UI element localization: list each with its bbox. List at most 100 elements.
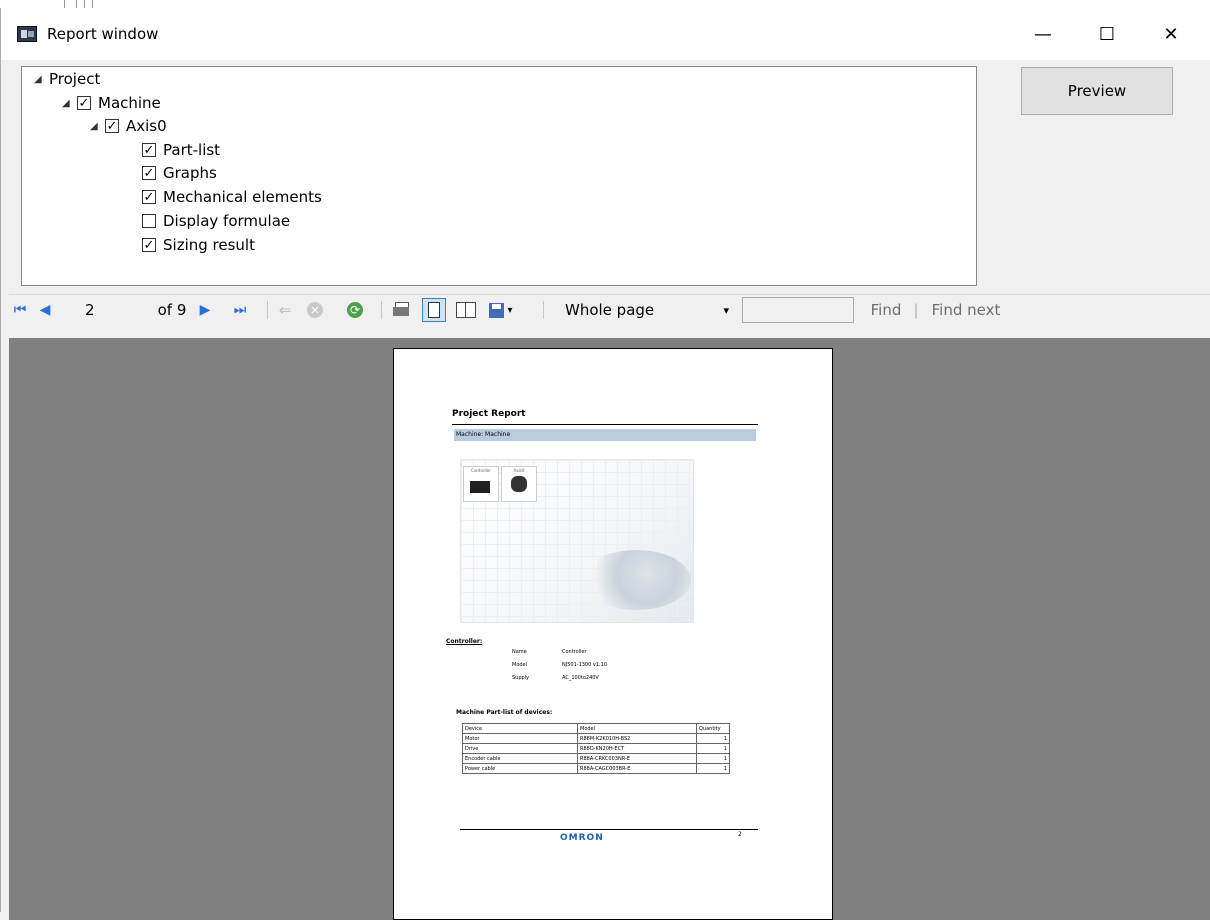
page-number-input[interactable]: 2 bbox=[65, 295, 145, 325]
zoom-select[interactable]: Whole page ▾ bbox=[561, 298, 733, 322]
preview-button[interactable]: Preview bbox=[1021, 67, 1173, 115]
table-cell: Power cable bbox=[462, 763, 578, 774]
save-dropdown-button[interactable]: ▾ bbox=[483, 295, 519, 325]
minimize-button[interactable]: — bbox=[1015, 16, 1071, 52]
two-page-view-button[interactable] bbox=[455, 295, 477, 325]
field-name: Name bbox=[512, 649, 527, 655]
print-icon bbox=[393, 302, 411, 318]
table-cell: Encoder cable bbox=[462, 753, 578, 764]
background-strip bbox=[0, 0, 1210, 8]
find-button[interactable]: Find bbox=[867, 295, 905, 325]
page-number: 2 bbox=[738, 831, 742, 838]
tree-label: Machine bbox=[98, 94, 161, 112]
machine-bar: Machine: Machine bbox=[454, 429, 756, 441]
mechanical-elements-checkbox[interactable]: ✓ bbox=[142, 190, 156, 204]
background-mark bbox=[92, 0, 93, 8]
table-cell: 1 bbox=[696, 733, 730, 744]
display-formulae-checkbox[interactable] bbox=[142, 214, 156, 228]
tree-node-display-formulae[interactable]: Display formulae bbox=[142, 210, 290, 232]
table-header: Device bbox=[462, 723, 578, 734]
table-cell: R88A-CAGC003BR-E bbox=[577, 763, 697, 774]
tree-node-graphs[interactable]: ✓ Graphs bbox=[142, 162, 217, 184]
controller-heading: Controller: bbox=[446, 638, 483, 645]
tree-node-machine[interactable]: ◢ ✓ Machine bbox=[62, 92, 161, 114]
field-value: Controller bbox=[562, 649, 587, 655]
last-page-icon[interactable]: ⏭ bbox=[231, 295, 249, 325]
graphs-checkbox[interactable]: ✓ bbox=[142, 166, 156, 180]
stop-icon: ✕ bbox=[307, 302, 323, 318]
find-separator: | bbox=[913, 301, 919, 319]
footer-rule bbox=[460, 829, 758, 830]
collapse-arrow-icon[interactable]: ◢ bbox=[62, 98, 70, 109]
table-cell: 1 bbox=[696, 753, 730, 764]
print-button[interactable] bbox=[391, 295, 413, 325]
table-cell: R88D-KN20H-ECT bbox=[577, 743, 697, 754]
report-tree[interactable]: ◢ Project ◢ ✓ Machine ◢ ✓ Axis0 ✓ Part-l… bbox=[21, 66, 977, 286]
motor-device-image: Axis0 bbox=[501, 466, 537, 502]
maximize-button[interactable]: ☐ bbox=[1079, 16, 1135, 52]
tree-node-sizing-result[interactable]: ✓ Sizing result bbox=[142, 234, 255, 256]
table-cell: 1 bbox=[696, 743, 730, 754]
toolbar-separator bbox=[543, 301, 544, 319]
title-rule bbox=[452, 424, 758, 425]
title-bar[interactable]: Report window — ☐ ✕ bbox=[1, 8, 1210, 60]
table-cell: R88M-K2K010H-BS2 bbox=[577, 733, 697, 744]
machine-diagram-image: Controller Axis0 bbox=[460, 459, 694, 623]
part-list-checkbox[interactable]: ✓ bbox=[142, 143, 156, 157]
tree-node-project[interactable]: ◢ Project bbox=[34, 68, 100, 90]
single-page-icon bbox=[422, 298, 446, 322]
find-next-button[interactable]: Find next bbox=[927, 295, 1005, 325]
axis-checkbox[interactable]: ✓ bbox=[105, 119, 119, 133]
previous-page-icon[interactable]: ◀ bbox=[37, 295, 53, 325]
next-page-icon[interactable]: ▶ bbox=[197, 295, 213, 325]
save-icon bbox=[489, 302, 505, 318]
refresh-button[interactable]: ⟳ bbox=[346, 295, 364, 325]
single-page-view-button[interactable] bbox=[421, 295, 447, 325]
chevron-down-icon: ▾ bbox=[723, 303, 729, 317]
tree-node-part-list[interactable]: ✓ Part-list bbox=[142, 139, 220, 161]
first-page-icon[interactable]: ⏮ bbox=[11, 295, 29, 325]
background-mark bbox=[84, 0, 85, 8]
table-cell: Drive bbox=[462, 743, 578, 754]
sizing-result-checkbox[interactable]: ✓ bbox=[142, 238, 156, 252]
collapse-arrow-icon[interactable]: ◢ bbox=[34, 74, 42, 85]
tree-label: Axis0 bbox=[126, 117, 167, 135]
field-value: AC_100to240V bbox=[562, 675, 599, 681]
background-mark bbox=[64, 0, 65, 8]
find-input[interactable] bbox=[742, 297, 854, 323]
machine-illustration bbox=[581, 550, 691, 610]
chevron-down-icon: ▾ bbox=[507, 304, 513, 316]
table-cell: 1 bbox=[696, 763, 730, 774]
app-icon bbox=[17, 26, 37, 42]
tree-node-axis[interactable]: ◢ ✓ Axis0 bbox=[90, 115, 167, 137]
table-header-row: Device Model Quantity bbox=[462, 723, 730, 734]
zoom-value: Whole page bbox=[565, 301, 655, 319]
page-count-label: of 9 bbox=[157, 301, 187, 319]
tree-label: Display formulae bbox=[163, 212, 291, 230]
back-icon[interactable]: ⇐ bbox=[276, 295, 294, 325]
tree-label: Part-list bbox=[163, 141, 221, 159]
window-title: Report window bbox=[47, 25, 159, 43]
partlist-table: Device Model Quantity Motor R88M-K2K010H… bbox=[462, 723, 730, 774]
tree-label: Graphs bbox=[163, 164, 217, 182]
tree-label: Mechanical elements bbox=[163, 188, 322, 206]
toolbar-separator bbox=[381, 301, 382, 319]
tree-label: Sizing result bbox=[163, 236, 255, 254]
field-value: NJ501-1300 v1.10 bbox=[562, 662, 607, 668]
collapse-arrow-icon[interactable]: ◢ bbox=[90, 121, 98, 132]
close-button[interactable]: ✕ bbox=[1143, 16, 1199, 52]
tree-node-mechanical-elements[interactable]: ✓ Mechanical elements bbox=[142, 186, 322, 208]
report-viewport[interactable]: Project Report Machine: Machine Controll… bbox=[9, 338, 1210, 920]
stop-button[interactable]: ✕ bbox=[306, 295, 324, 325]
controller-device-image: Controller bbox=[463, 466, 499, 502]
table-row: Encoder cable R88A-CRKC003NR-E 1 bbox=[462, 753, 730, 764]
table-row: Motor R88M-K2K010H-BS2 1 bbox=[462, 733, 730, 744]
table-header: Model bbox=[577, 723, 697, 734]
report-title: Project Report bbox=[452, 409, 526, 419]
machine-checkbox[interactable]: ✓ bbox=[77, 96, 91, 110]
report-page: Project Report Machine: Machine Controll… bbox=[393, 348, 833, 920]
field-name: Supply bbox=[512, 675, 530, 681]
partlist-title: Machine Part-list of devices: bbox=[456, 709, 553, 716]
tree-label: Project bbox=[49, 70, 101, 88]
refresh-icon: ⟳ bbox=[347, 302, 363, 318]
